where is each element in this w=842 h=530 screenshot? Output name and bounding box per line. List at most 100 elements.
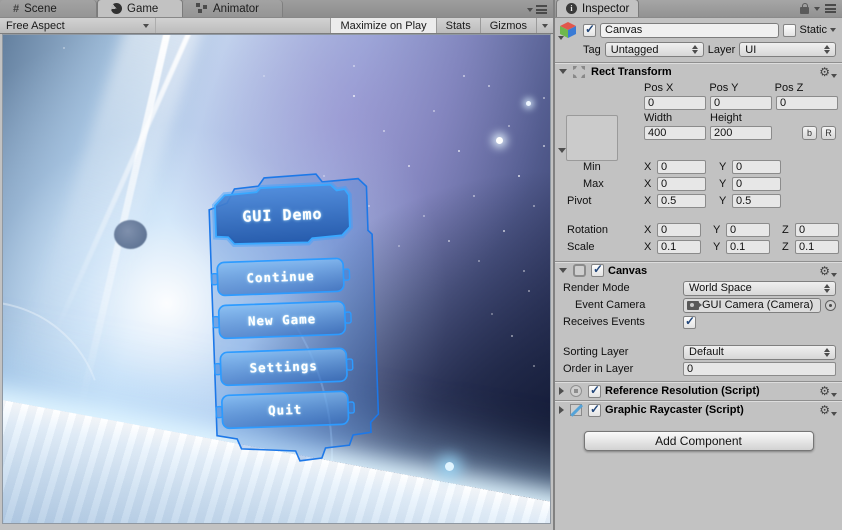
- anchor-min-x-field[interactable]: 0: [657, 159, 706, 174]
- gameobject-active-checkbox[interactable]: [583, 22, 596, 37]
- add-component-button[interactable]: Add Component: [583, 431, 814, 451]
- gameobject-name: Canvas: [605, 24, 643, 36]
- reference-resolution-gear-button[interactable]: ⚙: [819, 385, 837, 397]
- axis-y-label: Y: [713, 223, 721, 236]
- min-label: Min: [583, 160, 601, 173]
- canvas-foldout[interactable]: [559, 268, 567, 273]
- render-mode-row: Render Mode World Space: [555, 280, 842, 296]
- anchor-max-row: Max X 0 Y 0: [555, 175, 836, 192]
- axis-x-label: X: [644, 194, 652, 207]
- event-camera-row: Event Camera GUI Camera (Camera): [555, 297, 842, 313]
- gui-menu-panel: GUI Demo Continue New Game Settings Quit: [198, 168, 388, 469]
- rect-transform-component: Rect Transform ⚙ Pos X Pos Y Pos Z 0 0 0: [555, 62, 842, 261]
- static-dropdown-icon[interactable]: [830, 28, 836, 32]
- raw-edit-mode-button[interactable]: R: [821, 126, 836, 140]
- inspector-hamburger-icon[interactable]: [825, 4, 836, 13]
- event-camera-object-field[interactable]: GUI Camera (Camera): [683, 297, 821, 313]
- height-label: Height: [710, 112, 742, 124]
- axis-y-label: Y: [719, 194, 727, 207]
- graphic-raycaster-foldout[interactable]: [559, 406, 564, 414]
- render-mode-dropdown[interactable]: World Space: [683, 280, 836, 296]
- layer-dropdown[interactable]: UI: [739, 42, 836, 57]
- scale-row: Scale X 0.1 Y 0.1 Z 0.1: [555, 238, 839, 255]
- game-icon: [111, 3, 122, 14]
- rect-transform-gear-button[interactable]: ⚙: [819, 66, 837, 78]
- height-field[interactable]: 200: [710, 126, 772, 140]
- panel-dropdown-icon: [527, 7, 533, 12]
- anchor-min-y-field[interactable]: 0: [732, 159, 781, 174]
- reference-resolution-checkbox[interactable]: [588, 383, 601, 398]
- new-game-button[interactable]: New Game: [219, 301, 346, 338]
- settings-button[interactable]: Settings: [220, 348, 347, 385]
- info-icon: i: [566, 3, 577, 14]
- pos-x-label: Pos X: [644, 82, 674, 94]
- bright-star: [526, 101, 531, 106]
- anchors-foldout[interactable]: [558, 148, 566, 153]
- gameobject-name-field[interactable]: Canvas: [600, 22, 780, 38]
- pos-x-field[interactable]: 0: [644, 96, 706, 110]
- view-tab-bar: # Scene Game Animator: [0, 0, 553, 18]
- anchor-max-y-field[interactable]: 0: [732, 176, 781, 191]
- sorting-layer-label: Sorting Layer: [563, 346, 629, 358]
- rect-transform-foldout[interactable]: [559, 69, 567, 74]
- scale-y-field[interactable]: 0.1: [726, 239, 770, 254]
- canvas-enabled-checkbox[interactable]: [591, 262, 604, 277]
- game-panel-menu[interactable]: [527, 5, 553, 17]
- gameobject-cube-icon[interactable]: [558, 21, 579, 40]
- tab-animator[interactable]: Animator: [183, 0, 283, 17]
- panel-hamburger-icon: [536, 5, 547, 14]
- order-in-layer-label: Order in Layer: [563, 363, 634, 375]
- maximize-on-play-label: Maximize on Play: [340, 19, 427, 32]
- axis-y-label: Y: [719, 177, 727, 190]
- gear-dropdown-icon: [831, 412, 837, 416]
- rotation-row: Rotation X 0 Y 0 Z 0: [555, 221, 839, 238]
- moon-silhouette: [114, 220, 147, 249]
- lock-icon[interactable]: [800, 3, 809, 14]
- event-camera-label: Event Camera: [575, 299, 646, 311]
- rect-transform-title: Rect Transform: [591, 65, 672, 78]
- blueprint-mode-button[interactable]: b: [802, 126, 817, 140]
- sorting-layer-value: Default: [689, 346, 724, 358]
- scale-x-field[interactable]: 0.1: [657, 239, 701, 254]
- tab-animator-label: Animator: [213, 2, 260, 15]
- anchor-max-x-field[interactable]: 0: [657, 176, 706, 191]
- static-checkbox[interactable]: [783, 23, 797, 37]
- graphic-raycaster-checkbox[interactable]: [588, 402, 601, 417]
- aspect-dropdown[interactable]: Free Aspect: [0, 18, 156, 33]
- reference-resolution-foldout[interactable]: [559, 387, 564, 395]
- continue-button[interactable]: Continue: [217, 258, 344, 295]
- sorting-layer-dropdown[interactable]: Default: [683, 344, 836, 360]
- order-in-layer-field[interactable]: 0: [683, 362, 836, 376]
- pos-y-field[interactable]: 0: [710, 96, 772, 110]
- pivot-x-field[interactable]: 0.5: [657, 193, 706, 208]
- scale-z-field[interactable]: 0.1: [795, 239, 839, 254]
- rotation-z-field[interactable]: 0: [795, 222, 839, 237]
- rotation-y-field[interactable]: 0: [726, 222, 770, 237]
- receives-events-row: Receives Events: [555, 314, 842, 330]
- maximize-on-play-button[interactable]: Maximize on Play: [330, 18, 436, 33]
- gizmos-button[interactable]: Gizmos: [479, 18, 536, 33]
- lens-flare: [445, 462, 454, 471]
- quit-button[interactable]: Quit: [222, 391, 349, 428]
- width-field[interactable]: 400: [644, 126, 706, 140]
- graphic-raycaster-gear-button[interactable]: ⚙: [819, 404, 837, 416]
- stats-button[interactable]: Stats: [435, 18, 480, 33]
- pos-z-field[interactable]: 0: [776, 96, 838, 110]
- game-toolbar: Free Aspect Maximize on Play Stats Gizmo…: [0, 18, 553, 34]
- object-picker-icon[interactable]: [825, 299, 836, 311]
- inspector-dropdown-icon[interactable]: [814, 6, 820, 11]
- canvas-gear-button[interactable]: ⚙: [819, 265, 837, 277]
- gizmos-dropdown-button[interactable]: [536, 18, 553, 33]
- rect-transform-icon: [571, 64, 587, 80]
- pivot-y-field[interactable]: 0.5: [732, 193, 781, 208]
- rotation-label: Rotation: [567, 223, 608, 236]
- tag-dropdown[interactable]: Untagged: [604, 42, 704, 57]
- receives-events-checkbox[interactable]: [683, 314, 696, 329]
- tab-inspector[interactable]: i Inspector: [556, 0, 640, 17]
- tab-scene[interactable]: # Scene: [0, 0, 97, 17]
- tab-game[interactable]: Game: [97, 0, 183, 17]
- graphic-raycaster-title: Graphic Raycaster (Script): [605, 404, 744, 416]
- reference-resolution-title: Reference Resolution (Script): [605, 385, 760, 397]
- rotation-x-field[interactable]: 0: [657, 222, 701, 237]
